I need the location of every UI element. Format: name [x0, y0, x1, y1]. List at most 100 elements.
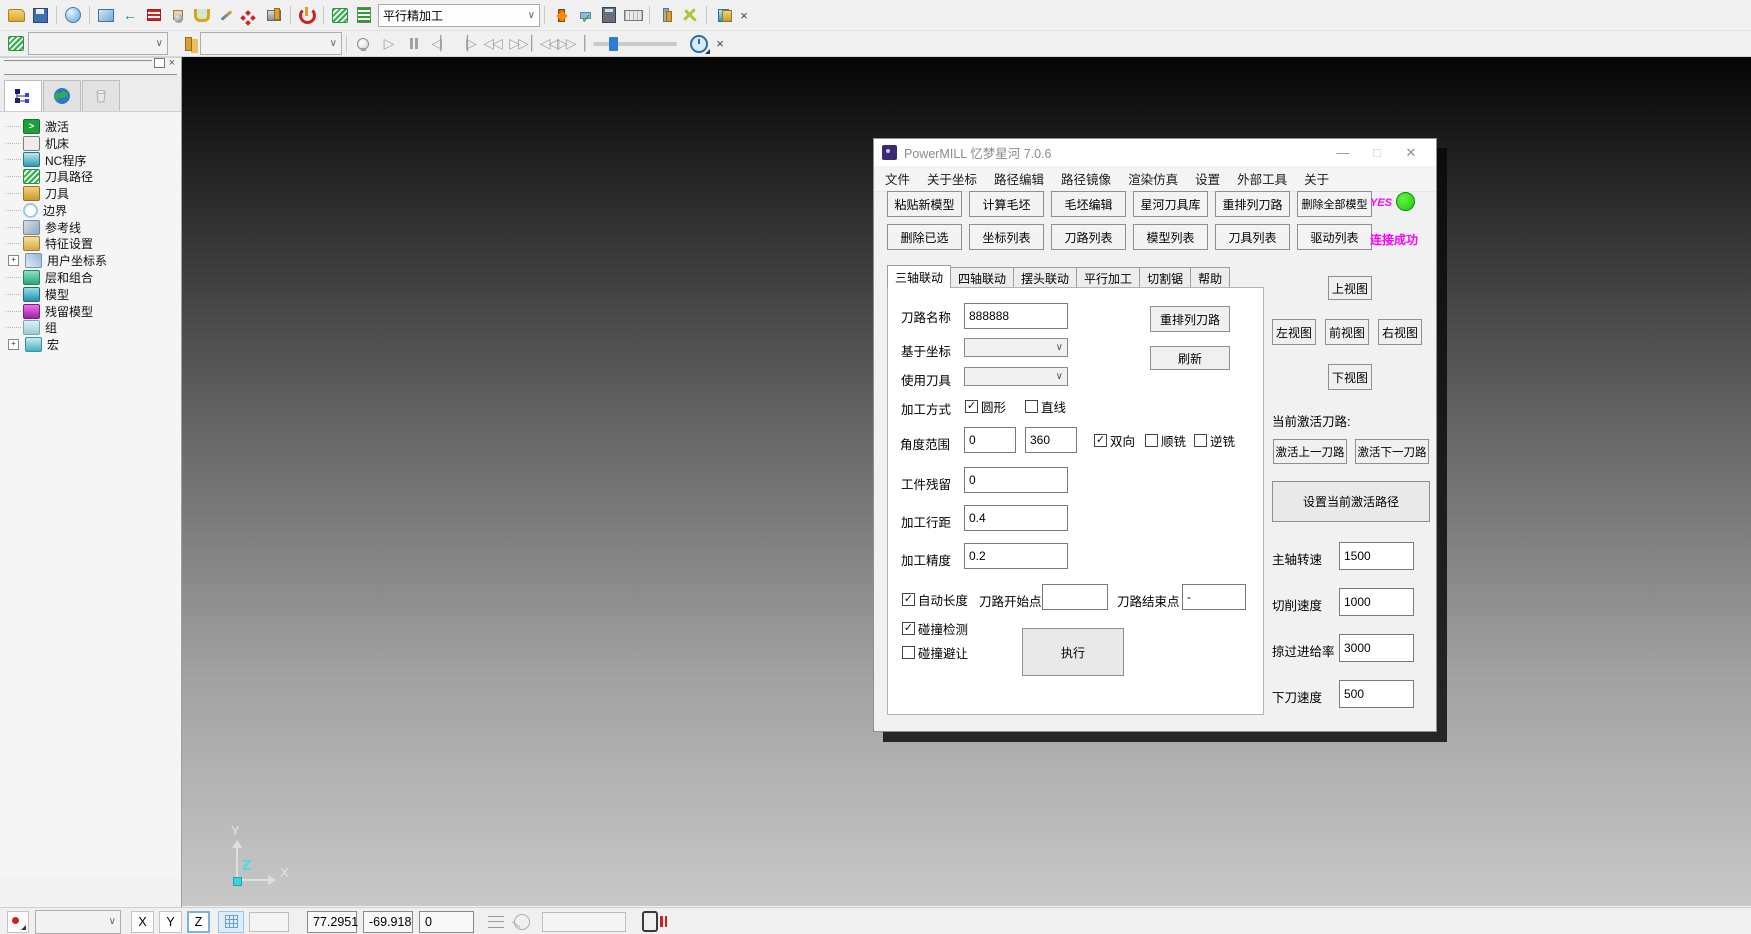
- tree-item-boundary[interactable]: 边界: [6, 202, 181, 219]
- sim-toolbar-close-icon[interactable]: ×: [711, 36, 729, 51]
- tree-item-levels[interactable]: 层和组合: [6, 269, 181, 286]
- fast-forward-icon[interactable]: ▷▷: [505, 35, 531, 52]
- model-list-button[interactable]: 模型列表: [1133, 224, 1208, 250]
- angle-from-input[interactable]: [964, 427, 1016, 453]
- tool-arc-icon[interactable]: [295, 3, 319, 27]
- axis-y-button[interactable]: Y: [159, 911, 182, 933]
- reorder-toolpaths-button[interactable]: 重排列刀路: [1215, 191, 1290, 217]
- stock-allowance-input[interactable]: [964, 467, 1068, 493]
- tab-4axis[interactable]: 四轴联动: [950, 267, 1014, 288]
- panel-close-icon[interactable]: ×: [169, 58, 175, 68]
- undo-arrow-icon[interactable]: ←: [118, 3, 142, 27]
- open-file-icon[interactable]: [4, 3, 28, 27]
- tool-library-button[interactable]: 星河刀具库: [1133, 191, 1208, 217]
- view-front-button[interactable]: 前视图: [1325, 319, 1369, 345]
- close-icon[interactable]: ✕: [1394, 145, 1428, 161]
- sphere-icon[interactable]: [61, 3, 85, 27]
- tolerance-input[interactable]: [964, 543, 1068, 569]
- lightbulb-icon[interactable]: [351, 32, 375, 56]
- menu-path-edit[interactable]: 路径编辑: [994, 169, 1044, 188]
- menu-file[interactable]: 文件: [885, 169, 910, 188]
- step-forward-icon[interactable]: ▕▷: [453, 35, 479, 52]
- status-select[interactable]: ∨: [35, 910, 121, 934]
- collision-check-option[interactable]: 碰撞检测: [902, 619, 968, 638]
- stepover-input[interactable]: [964, 505, 1068, 531]
- probe-icon[interactable]: [514, 914, 530, 930]
- paste-new-model-button[interactable]: 粘贴新模型: [887, 191, 962, 217]
- toolpath-icon[interactable]: [328, 3, 352, 27]
- tree-item-group[interactable]: 组: [6, 320, 181, 337]
- block-edit-button[interactable]: 毛坯编辑: [1051, 191, 1126, 217]
- end-point-input[interactable]: [1182, 584, 1246, 610]
- sim-speed-slider[interactable]: [593, 42, 677, 46]
- device-icon[interactable]: [642, 911, 658, 932]
- clock-icon[interactable]: [687, 32, 711, 56]
- points-icon[interactable]: [238, 3, 262, 27]
- calculator-icon[interactable]: [597, 3, 621, 27]
- circle-checkbox[interactable]: [965, 400, 978, 413]
- tool-pair-icon[interactable]: ↑: [654, 3, 678, 27]
- tree-item-stock-model[interactable]: 残留模型: [6, 303, 181, 320]
- auto-length-option[interactable]: 自动长度: [902, 590, 968, 609]
- activate-next-button[interactable]: 激活下一刀路: [1355, 439, 1429, 464]
- tab-help[interactable]: 帮助: [1190, 267, 1230, 288]
- tree-item-machine[interactable]: 机床: [6, 135, 181, 152]
- execute-button[interactable]: 执行: [1022, 628, 1124, 676]
- tree-item-activate[interactable]: >激活: [6, 118, 181, 135]
- tree-item-toolpath[interactable]: 刀具路径: [6, 168, 181, 185]
- tree-item-nc-program[interactable]: NC程序: [6, 152, 181, 169]
- tab-explorer-tree[interactable]: [4, 80, 42, 111]
- refresh-button[interactable]: 刷新: [1150, 346, 1230, 370]
- tab-parallel[interactable]: 平行加工: [1076, 267, 1140, 288]
- menu-path-mirror[interactable]: 路径镜像: [1061, 169, 1111, 188]
- menu-render-sim[interactable]: 渲染仿真: [1128, 169, 1178, 188]
- menu-coords[interactable]: 关于坐标: [927, 169, 977, 188]
- calc-block-button[interactable]: 计算毛坯: [969, 191, 1044, 217]
- set-active-path-button[interactable]: 设置当前激活路径: [1272, 481, 1430, 522]
- cutting-feed-input[interactable]: [1339, 588, 1414, 616]
- collision-check-checkbox[interactable]: [902, 622, 915, 635]
- menu-about[interactable]: 关于: [1304, 169, 1329, 188]
- tree-item-macro[interactable]: +宏: [6, 336, 181, 353]
- sim-toolpath-select[interactable]: ∨: [28, 32, 168, 55]
- slider-handle[interactable]: [609, 37, 618, 51]
- rapid-feed-input[interactable]: [1339, 634, 1414, 662]
- tool-check-icon[interactable]: ✓: [573, 3, 597, 27]
- delete-selected-button[interactable]: 删除已选: [887, 224, 962, 250]
- tool-burst-icon[interactable]: [549, 3, 573, 27]
- sim-tool-select[interactable]: ∨: [200, 32, 342, 55]
- angle-to-input[interactable]: [1025, 427, 1077, 453]
- boxes-icon[interactable]: [711, 3, 735, 27]
- panel-grip[interactable]: ×: [4, 60, 177, 76]
- view-top-button[interactable]: 上视图: [1328, 276, 1372, 300]
- auto-length-checkbox[interactable]: [902, 593, 915, 606]
- toolpath-name-input[interactable]: [964, 303, 1068, 329]
- menu-settings[interactable]: 设置: [1195, 169, 1220, 188]
- expand-icon[interactable]: +: [8, 255, 19, 266]
- collision-avoid-option[interactable]: 碰撞避让: [902, 643, 968, 662]
- base-coord-select[interactable]: ∨: [964, 338, 1068, 357]
- method-circle-option[interactable]: 圆形: [965, 397, 1006, 416]
- method-line-option[interactable]: 直线: [1025, 397, 1066, 416]
- go-end-icon[interactable]: ▷▷▕: [557, 35, 583, 52]
- view-bottom-button[interactable]: 下视图: [1328, 364, 1372, 390]
- bidirectional-checkbox[interactable]: [1094, 434, 1107, 447]
- tab-explorer-trash[interactable]: [82, 80, 120, 111]
- tab-3axis[interactable]: 三轴联动: [887, 265, 951, 288]
- toolpath-list-button[interactable]: 刀路列表: [1051, 224, 1126, 250]
- tool-holder-icon[interactable]: [190, 3, 214, 27]
- tree-item-workplane[interactable]: +用户坐标系: [6, 252, 181, 269]
- axis-z-button[interactable]: Z: [187, 911, 210, 933]
- start-point-input[interactable]: [1042, 584, 1108, 610]
- grid-toggle-button[interactable]: [218, 911, 244, 933]
- menu-external-tools[interactable]: 外部工具: [1237, 169, 1287, 188]
- rewind-icon[interactable]: ◁◁: [479, 35, 505, 52]
- tab-head-tilt[interactable]: 摆头联动: [1013, 267, 1077, 288]
- plunge-feed-input[interactable]: [1339, 680, 1414, 708]
- conventional-checkbox[interactable]: [1194, 434, 1207, 447]
- toolbar-close-icon[interactable]: ×: [735, 8, 753, 23]
- pause-icon[interactable]: [401, 36, 427, 52]
- tool-block-icon[interactable]: [262, 3, 286, 27]
- tab-saw[interactable]: 切割锯: [1139, 267, 1191, 288]
- go-start-icon[interactable]: ▏◁◁: [531, 35, 557, 52]
